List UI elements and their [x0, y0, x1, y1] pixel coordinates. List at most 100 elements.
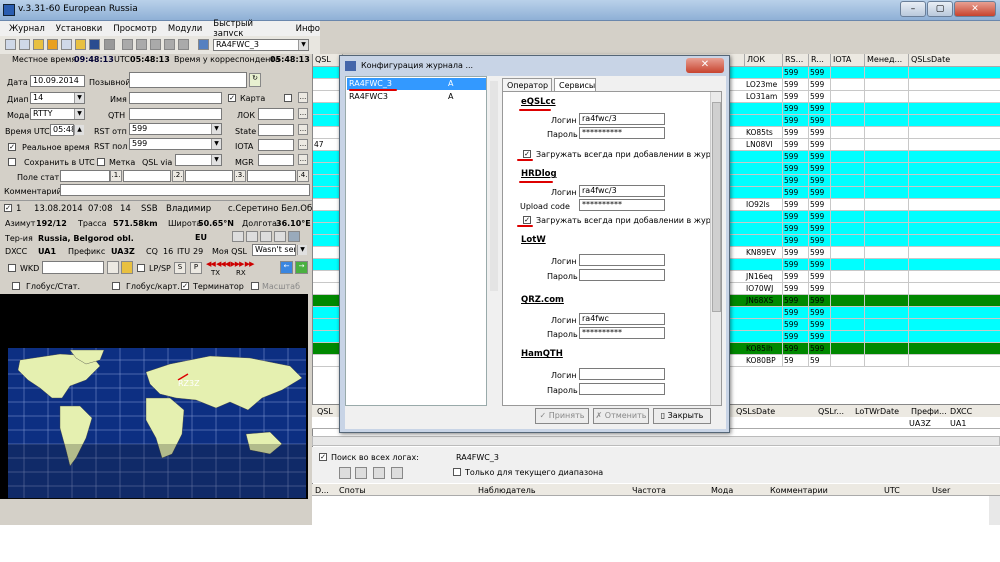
iota-more-button[interactable]: ...: [298, 139, 308, 150]
p-button[interactable]: P: [190, 262, 202, 274]
lower-col-qsls-date[interactable]: QSLsDate: [736, 407, 775, 416]
rewind-icon[interactable]: ◀◀ ◀◀◀ ▶▶▶ ▶▶: [206, 260, 255, 268]
mode-dropdown-icon[interactable]: ▼: [74, 109, 84, 119]
list-log-icon[interactable]: [355, 467, 367, 479]
spots-scrollbar[interactable]: [989, 496, 1000, 525]
close-dialog-button[interactable]: ▯ Закрыть: [653, 408, 711, 424]
spots-col-spots[interactable]: Споты: [339, 486, 366, 495]
filter-log-icon[interactable]: [391, 467, 403, 479]
print-icon[interactable]: [104, 39, 115, 50]
mark-checkbox[interactable]: [97, 158, 105, 166]
map-extra-checkbox[interactable]: [284, 94, 292, 102]
horizontal-scrollbar[interactable]: [312, 436, 1000, 446]
comment-field[interactable]: [60, 184, 310, 196]
search-all-logs-checkbox[interactable]: ✓: [319, 453, 327, 461]
lower-col-qsl[interactable]: QSL: [317, 407, 333, 416]
qsl-via-dropdown-icon[interactable]: ▼: [211, 155, 221, 165]
tab-services[interactable]: Сервисы: [554, 78, 596, 92]
stat-field-2[interactable]: [123, 170, 171, 182]
list-icon[interactable]: [274, 231, 286, 242]
menu-info[interactable]: Инфо: [296, 24, 320, 34]
stat-field-1[interactable]: [60, 170, 110, 182]
mgr-field[interactable]: [258, 154, 294, 166]
iota-field[interactable]: [258, 139, 294, 151]
broom-icon[interactable]: [121, 261, 133, 274]
wkd-field[interactable]: [42, 261, 104, 274]
tab-operator[interactable]: Оператор: [502, 78, 552, 92]
menu-modules[interactable]: Модули: [168, 24, 202, 34]
pause-icon[interactable]: [136, 39, 147, 50]
globe-stat-checkbox[interactable]: [12, 282, 20, 290]
globe-icon[interactable]: [288, 231, 300, 242]
cancel-button[interactable]: ✗ Отменить: [593, 408, 649, 424]
spots-col-freq[interactable]: Частота: [632, 486, 666, 495]
down-icon[interactable]: [61, 39, 72, 50]
stat-button-1[interactable]: .1.: [110, 170, 122, 182]
stat-button-2[interactable]: .2.: [172, 170, 184, 182]
user-icon[interactable]: [198, 39, 209, 50]
col-rst-sent[interactable]: RS...: [783, 54, 809, 67]
scrollbar-thumb[interactable]: [712, 102, 721, 312]
eqsl-always-upload-checkbox[interactable]: ✓: [523, 150, 531, 158]
minimize-button[interactable]: –: [900, 1, 926, 17]
mgr-more-button[interactable]: ...: [298, 154, 308, 165]
save-icon[interactable]: [5, 39, 16, 50]
lotw-password-field[interactable]: [579, 269, 665, 281]
eqsl-login-field[interactable]: ra4fwc/3: [579, 113, 665, 125]
stat-button-3[interactable]: .3.: [234, 170, 246, 182]
spots-col-d[interactable]: D...: [315, 486, 329, 495]
rst-sent-field[interactable]: 599: [129, 123, 222, 135]
hamqth-login-field[interactable]: [579, 368, 665, 380]
state-more-button[interactable]: ...: [298, 124, 308, 135]
rst-rcvd-field[interactable]: 599: [129, 138, 222, 150]
time-spin-icon[interactable]: ▲: [74, 125, 84, 135]
state-field[interactable]: [258, 124, 294, 136]
accept-button[interactable]: ✓ Принять: [535, 408, 589, 424]
myqsl-dropdown-icon[interactable]: ▼: [297, 245, 307, 255]
close-button[interactable]: ✕: [954, 1, 996, 17]
copy-icon[interactable]: [232, 231, 244, 242]
lower-col-qslr[interactable]: QSLr...: [818, 407, 844, 416]
menu-settings[interactable]: Установки: [56, 24, 102, 34]
play-icon[interactable]: [122, 39, 133, 50]
col-qsls-date[interactable]: QSLsDate: [909, 54, 1000, 67]
col-manager[interactable]: Менед...: [865, 54, 909, 67]
arrow-right-icon[interactable]: →: [295, 261, 308, 274]
time-field[interactable]: 05:48: [50, 124, 74, 136]
more-button[interactable]: ...: [298, 92, 308, 103]
stop-icon[interactable]: [150, 39, 161, 50]
filter-icon[interactable]: [107, 261, 119, 274]
eqsl-password-field[interactable]: **********: [579, 127, 665, 139]
page-icon[interactable]: [260, 231, 272, 242]
disk-icon[interactable]: [89, 39, 100, 50]
loc-more-button[interactable]: ...: [298, 108, 308, 119]
square-icon[interactable]: [178, 39, 189, 50]
arrow-left-icon[interactable]: ←: [280, 261, 293, 274]
lower-col-prefix[interactable]: Префи...: [911, 407, 947, 416]
map-checkbox[interactable]: ✓: [228, 94, 236, 102]
info-checkbox[interactable]: ✓: [4, 204, 12, 212]
account-list[interactable]: RA4FWC_3 A RA4FWC3 A: [345, 76, 487, 406]
s-button[interactable]: S: [174, 262, 186, 274]
stat-button-4[interactable]: .4.: [297, 170, 309, 182]
spots-col-mode[interactable]: Мода: [711, 486, 733, 495]
col-rst-rcvd[interactable]: R...: [809, 54, 831, 67]
hrdlog-upload-code-field[interactable]: **********: [579, 199, 665, 211]
record-icon[interactable]: [164, 39, 175, 50]
band-only-checkbox[interactable]: [453, 468, 461, 476]
world-map[interactable]: RZ3Z: [0, 294, 308, 499]
myqsl-select[interactable]: Wasn't sent: [252, 244, 296, 256]
doc-icon[interactable]: [246, 231, 258, 242]
qrz-password-field[interactable]: **********: [579, 327, 665, 339]
menu-log[interactable]: Журнал: [9, 24, 45, 34]
open-icon[interactable]: [19, 39, 30, 50]
qrz-login-field[interactable]: ra4fwc: [579, 313, 665, 325]
lotw-login-field[interactable]: [579, 254, 665, 266]
spots-col-utc[interactable]: UTC: [884, 486, 900, 495]
stat-field-3[interactable]: [185, 170, 233, 182]
rst-sent-dropdown-icon[interactable]: ▼: [211, 124, 221, 134]
lower-col-lotw[interactable]: LoTWrDate: [855, 407, 899, 416]
date-field[interactable]: 10.09.2014: [30, 75, 85, 87]
menu-view[interactable]: Просмотр: [113, 24, 157, 34]
refresh-icon[interactable]: ↻: [249, 73, 261, 87]
